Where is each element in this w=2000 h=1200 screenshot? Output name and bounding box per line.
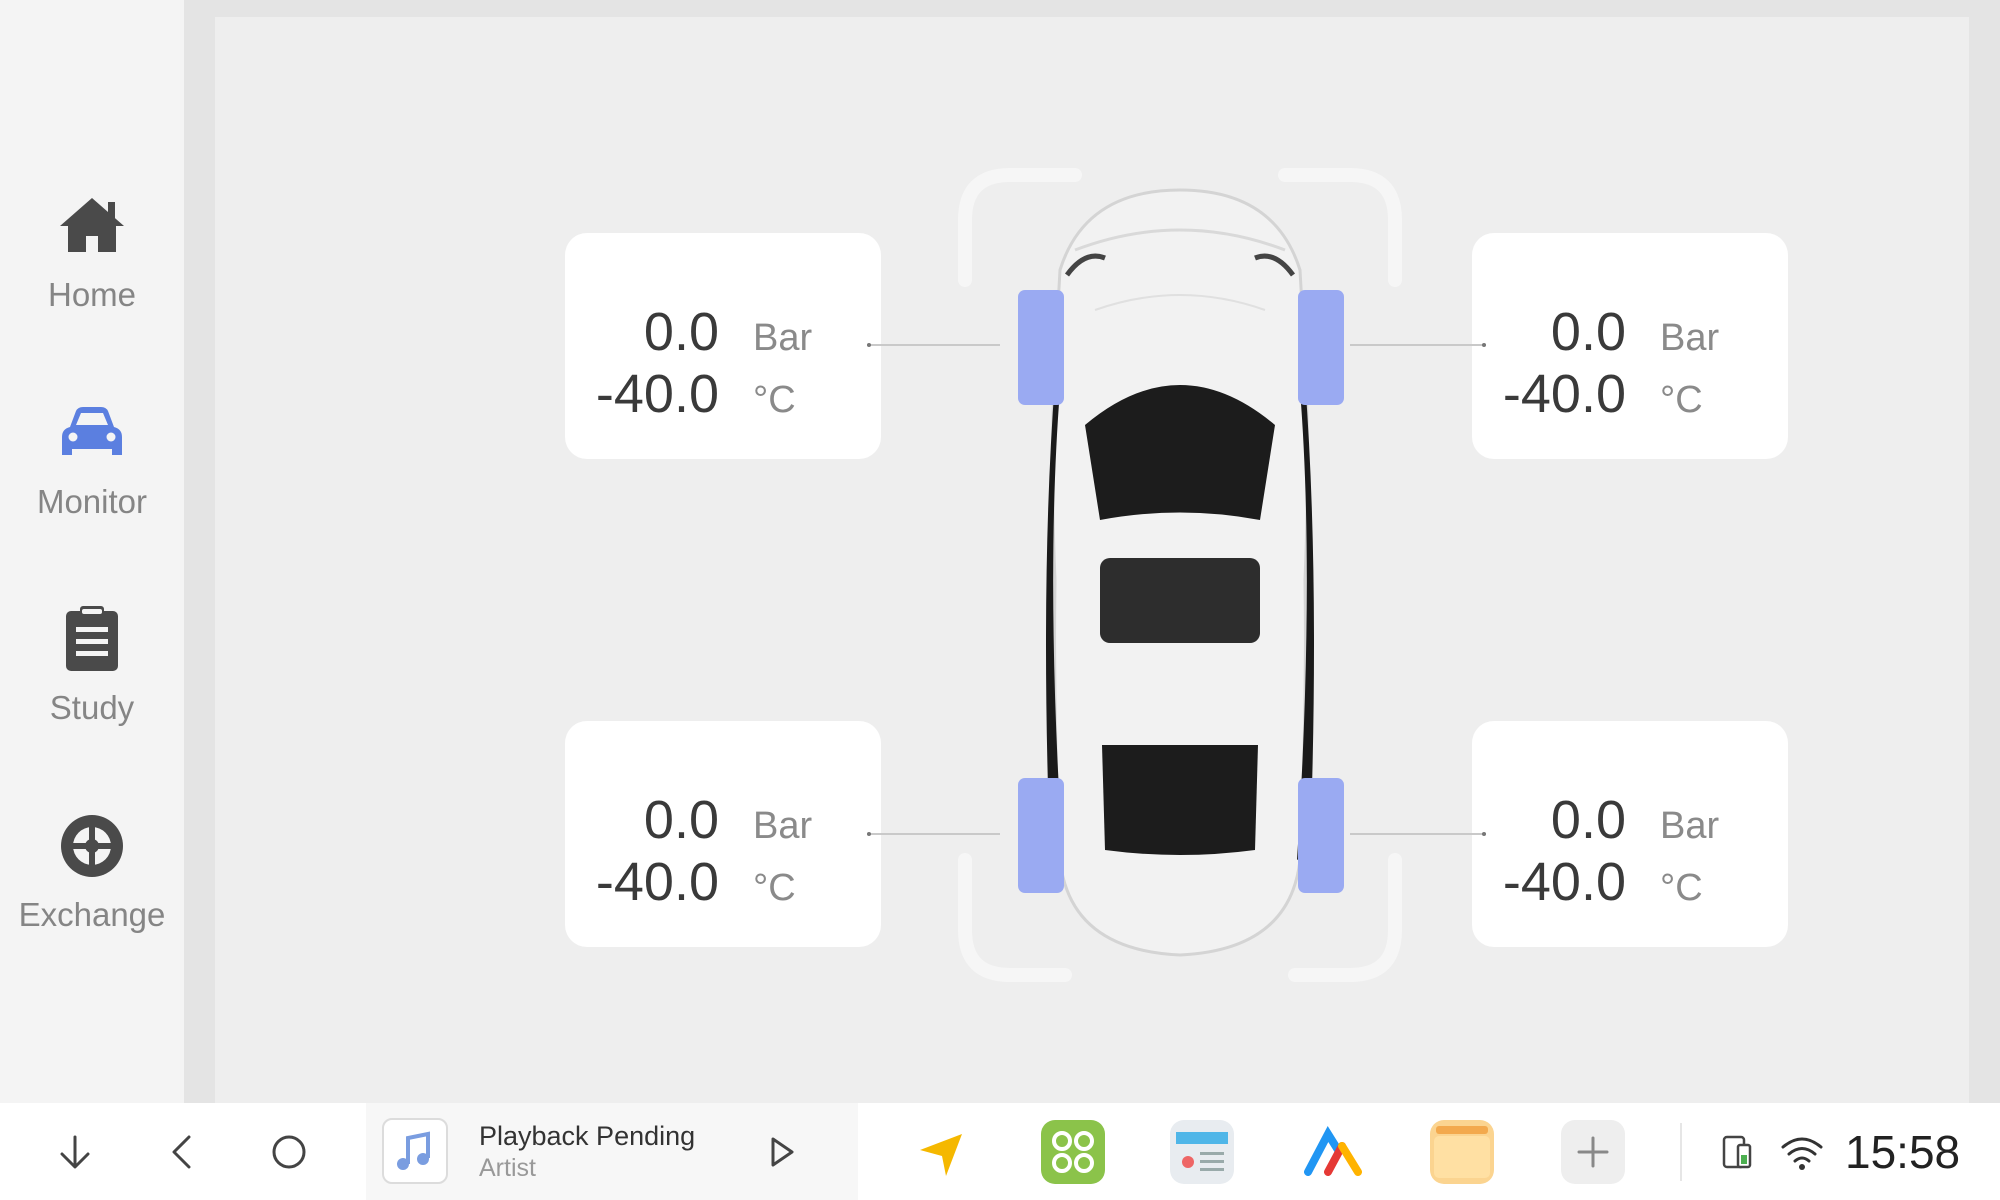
folder-app-icon[interactable]	[1430, 1120, 1494, 1184]
tire-front-left-marker	[1018, 290, 1064, 405]
back-icon[interactable]	[157, 1127, 207, 1177]
temperature-value: -40.0	[1502, 852, 1626, 912]
temperature-unit: °C	[1660, 867, 1703, 909]
taskbar: Playback Pending Artist 15:58	[0, 1103, 2000, 1200]
home-circle-icon[interactable]	[264, 1127, 314, 1177]
music-note-icon	[397, 1131, 430, 1170]
tire-rear-right-marker	[1298, 778, 1344, 893]
tire-card-rear-right: 0.0 Bar -40.0 °C	[1472, 721, 1788, 947]
clipboard-icon	[66, 606, 118, 671]
temperature-value: -40.0	[595, 364, 719, 424]
taskbar-divider	[1680, 1123, 1682, 1181]
sidebar-item-label: Study	[49, 689, 135, 726]
chevron-down-icon[interactable]	[50, 1127, 100, 1177]
pressure-unit: Bar	[753, 317, 813, 359]
clock: 15:58	[1845, 1126, 1961, 1178]
sidebar-item-label: Monitor	[36, 483, 148, 520]
home-icon	[60, 198, 124, 252]
sidebar-item-study[interactable]: Study	[0, 603, 184, 753]
tire-card-rear-left: 0.0 Bar -40.0 °C	[565, 721, 881, 947]
car-top-view-illustration	[958, 168, 1402, 982]
temperature-value: -40.0	[1502, 364, 1626, 424]
colorful-app-icon[interactable]	[1302, 1120, 1366, 1184]
temperature-unit: °C	[753, 867, 796, 909]
sidebar-item-label: Home	[47, 276, 137, 313]
car-icon	[62, 407, 122, 455]
sidebar-item-label: Exchange	[18, 896, 166, 933]
pressure-value: 0.0	[643, 790, 719, 850]
tire-card-front-left: 0.0 Bar -40.0 °C	[565, 233, 881, 459]
media-artist: Artist	[479, 1154, 536, 1182]
green-apps-icon[interactable]	[1041, 1120, 1105, 1184]
pressure-unit: Bar	[753, 805, 813, 847]
wifi-icon[interactable]	[1777, 1127, 1827, 1177]
pressure-unit: Bar	[1660, 317, 1720, 359]
sidebar-item-exchange[interactable]: Exchange	[0, 810, 184, 960]
phone-battery-icon[interactable]	[1712, 1127, 1762, 1177]
temperature-unit: °C	[1660, 379, 1703, 421]
pressure-value: 0.0	[643, 302, 719, 362]
media-title: Playback Pending	[479, 1121, 696, 1151]
sidebar: Home Monitor Study Exchange	[0, 0, 184, 1103]
play-icon[interactable]	[756, 1127, 806, 1177]
tire-front-right-marker	[1298, 290, 1344, 405]
pressure-value: 0.0	[1550, 790, 1626, 850]
sidebar-item-home[interactable]: Home	[0, 190, 184, 340]
add-app-icon[interactable]	[1561, 1120, 1625, 1184]
tire-card-front-right: 0.0 Bar -40.0 °C	[1472, 233, 1788, 459]
tire-rear-left-marker	[1018, 778, 1064, 893]
tire-icon	[61, 815, 123, 877]
pressure-unit: Bar	[1660, 805, 1720, 847]
navigation-app-icon[interactable]	[910, 1120, 974, 1184]
pressure-value: 0.0	[1550, 302, 1626, 362]
media-player[interactable]: Playback Pending Artist	[366, 1103, 858, 1200]
sidebar-item-monitor[interactable]: Monitor	[0, 397, 184, 547]
temperature-unit: °C	[753, 379, 796, 421]
album-art	[382, 1118, 448, 1184]
radio-app-icon[interactable]	[1170, 1120, 1234, 1184]
temperature-value: -40.0	[595, 852, 719, 912]
